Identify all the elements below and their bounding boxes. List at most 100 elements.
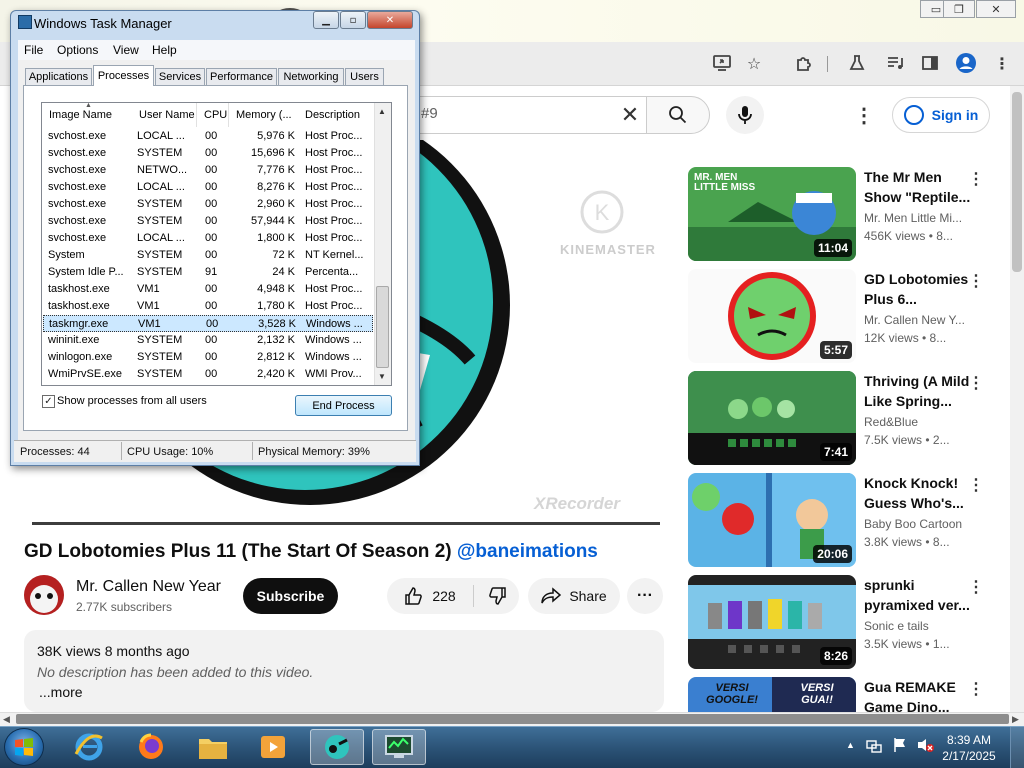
taskbar-media-player[interactable]	[246, 729, 300, 765]
process-image-name: taskmgr.exe	[49, 318, 109, 330]
recommendation-item[interactable]: 5:57 GD Lobotomies Plus 6... Mr. Callen …	[688, 269, 1010, 363]
tab-networking[interactable]: Networking	[278, 68, 344, 85]
taskbar-file-explorer[interactable]	[186, 729, 240, 765]
process-list-scroll-thumb[interactable]	[376, 286, 389, 368]
recommendation-menu-icon[interactable]: ⋮	[968, 679, 984, 699]
dislike-button[interactable]	[474, 578, 519, 614]
page-vertical-scroll-thumb[interactable]	[1012, 92, 1022, 272]
action-center-flag-icon[interactable]	[892, 737, 908, 753]
sign-in-button[interactable]: Sign in	[892, 97, 990, 133]
close-window-button[interactable]: ✕	[976, 0, 1016, 18]
star-icon[interactable]: ☆	[742, 52, 766, 74]
side-panel-icon[interactable]	[918, 52, 942, 74]
menu-options[interactable]: Options	[57, 43, 98, 57]
network-icon[interactable]	[866, 737, 882, 753]
taskbar-internet-explorer[interactable]	[62, 729, 116, 765]
start-button[interactable]	[4, 728, 44, 766]
extensions-icon[interactable]	[792, 52, 816, 74]
lab-flask-icon[interactable]	[845, 52, 869, 74]
column-header-memory[interactable]: Memory (...	[229, 103, 299, 127]
show-more-link[interactable]: ...more	[39, 684, 83, 700]
recommendation-menu-icon[interactable]: ⋮	[968, 271, 984, 291]
process-row[interactable]: svchost.exe LOCAL ... 00 5,976 K Host Proc..…	[43, 128, 373, 145]
voice-search-button[interactable]	[726, 96, 764, 134]
taskbar-firefox[interactable]	[124, 729, 178, 765]
process-row[interactable]: svchost.exe SYSTEM 00 15,696 K Host Proc...	[43, 145, 373, 162]
recommendation-menu-icon[interactable]: ⋮	[968, 169, 984, 189]
process-row[interactable]: taskhost.exe VM1 00 4,948 K Host Proc...	[43, 281, 373, 298]
process-row[interactable]: svchost.exe SYSTEM 00 2,960 K Host Proc...	[43, 196, 373, 213]
share-button[interactable]: Share	[528, 578, 620, 614]
tab-users[interactable]: Users	[345, 68, 384, 85]
taskbar-browser-app[interactable]	[310, 729, 364, 765]
tab-applications[interactable]: Applications	[25, 68, 92, 85]
internet-explorer-icon	[74, 733, 103, 761]
tab-processes[interactable]: Processes	[93, 65, 154, 86]
show-desktop-button[interactable]	[1010, 727, 1024, 768]
process-row[interactable]: svchost.exe LOCAL ... 00 1,800 K Host Proc..…	[43, 230, 373, 247]
recommendation-item[interactable]: 7:41 Thriving (A Mild Like Spring... Red…	[688, 371, 1010, 465]
process-row[interactable]: svchost.exe SYSTEM 00 57,944 K Host Proc...	[43, 213, 373, 230]
microphone-icon	[738, 106, 752, 124]
settings-more-icon[interactable]: ⋮	[852, 100, 876, 130]
column-header-description[interactable]: Description	[298, 103, 374, 127]
recommendation-menu-icon[interactable]: ⋮	[968, 373, 984, 393]
process-row[interactable]: taskhost.exe VM1 00 1,780 K Host Proc...	[43, 298, 373, 315]
show-hidden-icons-icon[interactable]: ▲	[846, 740, 855, 750]
kebab-menu-icon[interactable]: ⋮	[990, 52, 1014, 74]
screen-cast-icon[interactable]	[710, 52, 734, 74]
scroll-left-arrow-icon[interactable]: ◀	[3, 714, 10, 725]
page-horizontal-scroll-thumb[interactable]	[16, 714, 1009, 724]
column-header-user-name[interactable]: User Name	[132, 103, 197, 127]
process-row[interactable]: WmiPrvSE.exe SYSTEM 00 2,420 K WMI Prov...	[43, 366, 373, 383]
channel-handle-link[interactable]: @baneimations	[457, 541, 598, 562]
show-all-processes-checkbox[interactable]: ✓	[42, 395, 55, 408]
tab-services[interactable]: Services	[155, 68, 205, 85]
description-text: No description has been added to this vi…	[37, 664, 314, 680]
media-control-icon[interactable]	[884, 52, 908, 74]
taskbar-task-manager[interactable]	[372, 729, 426, 765]
process-row[interactable]: System Idle P... SYSTEM 91 24 K Percenta...	[43, 264, 373, 281]
menu-view[interactable]: View	[113, 43, 139, 57]
end-process-button[interactable]: End Process	[295, 395, 392, 416]
process-memory: 2,960 K	[257, 198, 295, 210]
search-button[interactable]	[646, 96, 710, 134]
video-progress-bar[interactable]	[32, 522, 660, 525]
taskbar-clock[interactable]: 8:39 AM 2/17/2025	[938, 732, 1000, 764]
tm-close-button[interactable]: ✕	[367, 11, 413, 29]
recommendation-item[interactable]: VERSI GOOGLE! VERSI GUA!! Gua REMAKE Gam…	[688, 677, 1010, 712]
process-row[interactable]: winlogon.exe SYSTEM 00 2,812 K Windows ...	[43, 349, 373, 366]
process-row[interactable]: System SYSTEM 00 72 K NT Kernel...	[43, 247, 373, 264]
recommendation-item[interactable]: MR. MEN LITTLE MISS 11:04 The Mr Men Sho…	[688, 167, 1010, 261]
scroll-right-arrow-icon[interactable]: ▶	[1012, 714, 1019, 725]
column-header-cpu[interactable]: CPU	[197, 103, 229, 127]
menu-file[interactable]: File	[24, 43, 43, 57]
profile-icon[interactable]	[954, 52, 978, 74]
scroll-down-arrow-icon[interactable]: ▼	[378, 372, 386, 381]
tm-minimize-button[interactable]: ▁	[313, 11, 339, 29]
recommendation-menu-icon[interactable]: ⋮	[968, 577, 984, 597]
volume-muted-icon[interactable]	[916, 737, 934, 753]
process-row[interactable]: taskmgr.exe VM1 00 3,528 K Windows ...	[43, 315, 373, 332]
tm-maximize-button[interactable]: ▫	[340, 11, 366, 29]
video-title-text: GD Lobotomies Plus 11 (The Start Of Seas…	[24, 541, 452, 562]
menu-help[interactable]: Help	[152, 43, 177, 57]
process-row[interactable]: svchost.exe LOCAL ... 00 8,276 K Host Proc..…	[43, 179, 373, 196]
clear-search-icon[interactable]: ✕	[614, 100, 646, 130]
browser-app-icon	[325, 735, 349, 759]
process-row[interactable]: wininit.exe SYSTEM 00 2,132 K Windows ...	[43, 332, 373, 349]
scroll-up-arrow-icon[interactable]: ▲	[378, 107, 386, 116]
recommendation-item[interactable]: 8:26 sprunki pyramixed ver... Sonic e ta…	[688, 575, 1010, 669]
search-input[interactable]	[412, 96, 646, 134]
process-image-name: System	[48, 249, 85, 261]
maximize-button[interactable]: ❐	[943, 0, 975, 18]
recommendation-item[interactable]: 20:06 Knock Knock! Guess Who's... Baby B…	[688, 473, 1010, 567]
more-actions-button[interactable]: ···	[627, 578, 663, 614]
process-row[interactable]: svchost.exe NETWO... 00 7,776 K Host Proc...	[43, 162, 373, 179]
recommendation-menu-icon[interactable]: ⋮	[968, 475, 984, 495]
channel-avatar[interactable]	[24, 575, 64, 615]
tab-performance[interactable]: Performance	[206, 68, 277, 85]
channel-name[interactable]: Mr. Callen New Year	[76, 578, 221, 596]
subscribe-button[interactable]: Subscribe	[243, 578, 338, 614]
like-button[interactable]: 228	[387, 578, 473, 614]
